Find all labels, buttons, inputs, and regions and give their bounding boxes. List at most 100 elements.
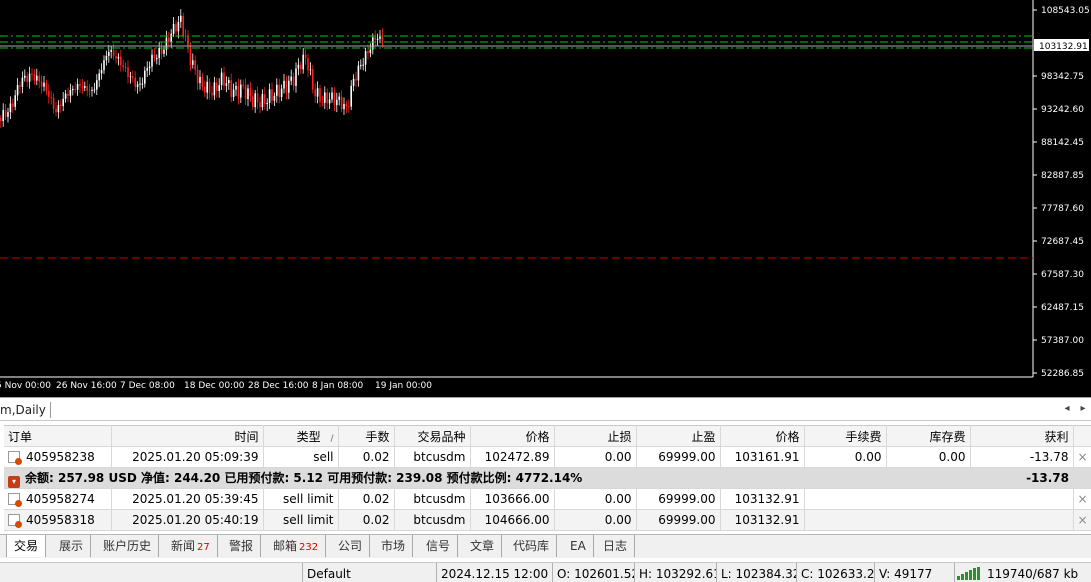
candle-body bbox=[108, 51, 110, 56]
candle-body bbox=[139, 83, 141, 85]
candle-body bbox=[360, 65, 362, 67]
candle-body bbox=[43, 82, 45, 87]
scroll-left-icon[interactable]: ◂ bbox=[1061, 402, 1073, 416]
tab-9[interactable]: 文章 bbox=[463, 535, 503, 557]
candle-body bbox=[134, 77, 136, 88]
tab-8[interactable]: 信号 bbox=[419, 535, 459, 557]
candle-body bbox=[175, 24, 177, 32]
bar-open: O: 102601.52 bbox=[552, 563, 634, 582]
candle-body bbox=[93, 89, 96, 91]
col-cur-price[interactable]: 价格 bbox=[720, 425, 805, 447]
tab-10[interactable]: 代码库 bbox=[506, 535, 558, 557]
candle-body bbox=[112, 49, 115, 56]
chart-tab-bar: m,Daily ◂ ▸ bbox=[0, 397, 1091, 421]
col-profit[interactable]: 获利 bbox=[970, 425, 1074, 447]
candle-body bbox=[127, 67, 129, 77]
tab-2[interactable]: 账户历史 bbox=[96, 535, 160, 557]
candle-body bbox=[187, 36, 189, 46]
profile-name[interactable]: Default bbox=[302, 563, 436, 582]
candle-body bbox=[288, 80, 290, 93]
candle-body bbox=[242, 84, 244, 86]
candle-body bbox=[136, 84, 139, 88]
col-commission[interactable]: 手续费 bbox=[804, 425, 887, 447]
col-time[interactable]: 时间 bbox=[111, 425, 264, 447]
sort-indicator: / bbox=[330, 433, 334, 444]
col-lots[interactable]: 手数 bbox=[338, 425, 395, 447]
candle-body bbox=[50, 96, 52, 98]
table-row[interactable]: 405958318 2025.01.20 05:40:19 sell limit… bbox=[4, 509, 1091, 531]
tab-7[interactable]: 市场 bbox=[374, 535, 414, 557]
candle-body bbox=[86, 85, 88, 91]
tab-1[interactable]: 展示 bbox=[52, 535, 92, 557]
candle-body bbox=[328, 99, 331, 104]
chart-tab-btcusdm-daily[interactable]: m,Daily bbox=[0, 402, 51, 418]
candle-body bbox=[12, 103, 14, 107]
table-row[interactable]: 405958274 2025.01.20 05:39:45 sell limit… bbox=[4, 488, 1091, 510]
candle-body bbox=[156, 58, 158, 60]
candle-body bbox=[182, 15, 184, 36]
candle-body bbox=[88, 90, 91, 92]
price-tick-label: 98342.75 bbox=[1041, 72, 1084, 82]
candle-body bbox=[2, 109, 4, 121]
tab-12[interactable]: 日志 bbox=[596, 535, 636, 557]
price-tick-label: 67587.30 bbox=[1041, 270, 1084, 280]
candle-body bbox=[300, 64, 302, 70]
candle-body bbox=[321, 102, 324, 104]
time-tick-label: 8 Jan 08:00 bbox=[312, 381, 364, 391]
col-symbol[interactable]: 交易品种 bbox=[394, 425, 471, 447]
candle-body bbox=[312, 69, 314, 90]
candle-body bbox=[28, 73, 31, 82]
candle-body bbox=[103, 60, 105, 71]
tab-4[interactable]: 警报 bbox=[222, 535, 262, 557]
bar-volume: V: 49177 bbox=[874, 563, 954, 582]
tab-11[interactable]: EA bbox=[563, 535, 594, 557]
candle-body bbox=[336, 99, 338, 106]
candle-body bbox=[36, 75, 38, 81]
col-type[interactable]: 类型 / bbox=[263, 425, 339, 447]
time-tick-label: 28 Dec 16:00 bbox=[248, 381, 309, 391]
col-order[interactable]: 订单 bbox=[4, 425, 112, 447]
table-row[interactable]: 405958238 2025.01.20 05:09:39 sell 0.02 … bbox=[4, 446, 1091, 468]
col-sl[interactable]: 止损 bbox=[554, 425, 637, 447]
close-position-icon[interactable]: × bbox=[1073, 446, 1091, 468]
bar-close: C: 102633.23 bbox=[796, 563, 874, 582]
candle-body bbox=[7, 112, 9, 117]
candles-group bbox=[0, 9, 384, 128]
candle-body bbox=[48, 90, 50, 97]
price-chart[interactable]: 108543.05 98342.75 93242.60 88142.45 82887.8… bbox=[0, 0, 1091, 397]
delete-order-icon[interactable]: × bbox=[1073, 509, 1091, 531]
candle-body bbox=[230, 80, 232, 98]
candle-body bbox=[261, 94, 264, 108]
tab-0[interactable]: 交易 bbox=[6, 535, 47, 557]
col-swap[interactable]: 库存费 bbox=[886, 425, 971, 447]
candle-body bbox=[177, 21, 180, 32]
candle-body bbox=[199, 77, 201, 84]
order-id: 405958318 bbox=[26, 513, 95, 527]
candle-body bbox=[52, 97, 55, 109]
candle-body bbox=[158, 47, 160, 59]
table-header: 订单 时间 类型 / 手数 交易品种 价格 止损 止盈 价格 手续费 库存费 获… bbox=[4, 425, 1091, 447]
candle-body bbox=[264, 94, 266, 104]
candle-body bbox=[268, 89, 271, 103]
tab-5[interactable]: 邮箱 232 bbox=[266, 535, 327, 557]
candle-body bbox=[259, 102, 261, 108]
candlestick-chart[interactable]: 108543.05 98342.75 93242.60 88142.45 82887.8… bbox=[0, 0, 1091, 397]
candle-body bbox=[184, 35, 187, 37]
candle-body bbox=[326, 92, 328, 104]
delete-order-icon[interactable]: × bbox=[1073, 488, 1091, 510]
candle-body bbox=[235, 85, 237, 90]
tab-6[interactable]: 公司 bbox=[331, 535, 371, 557]
candle-body bbox=[146, 68, 148, 71]
candle-body bbox=[254, 93, 256, 108]
col-price[interactable]: 价格 bbox=[470, 425, 555, 447]
candle-body bbox=[81, 86, 84, 89]
tab-3[interactable]: 新闻 27 bbox=[164, 535, 218, 557]
candle-body bbox=[19, 85, 21, 87]
order-id: 405958274 bbox=[26, 492, 95, 506]
balance-icon: ▾ bbox=[8, 475, 20, 488]
price-tick-label: 72687.45 bbox=[1041, 237, 1084, 247]
candle-body bbox=[196, 69, 199, 84]
scroll-right-icon[interactable]: ▸ bbox=[1077, 402, 1089, 416]
col-tp[interactable]: 止盈 bbox=[636, 425, 721, 447]
candle-body bbox=[247, 88, 249, 100]
